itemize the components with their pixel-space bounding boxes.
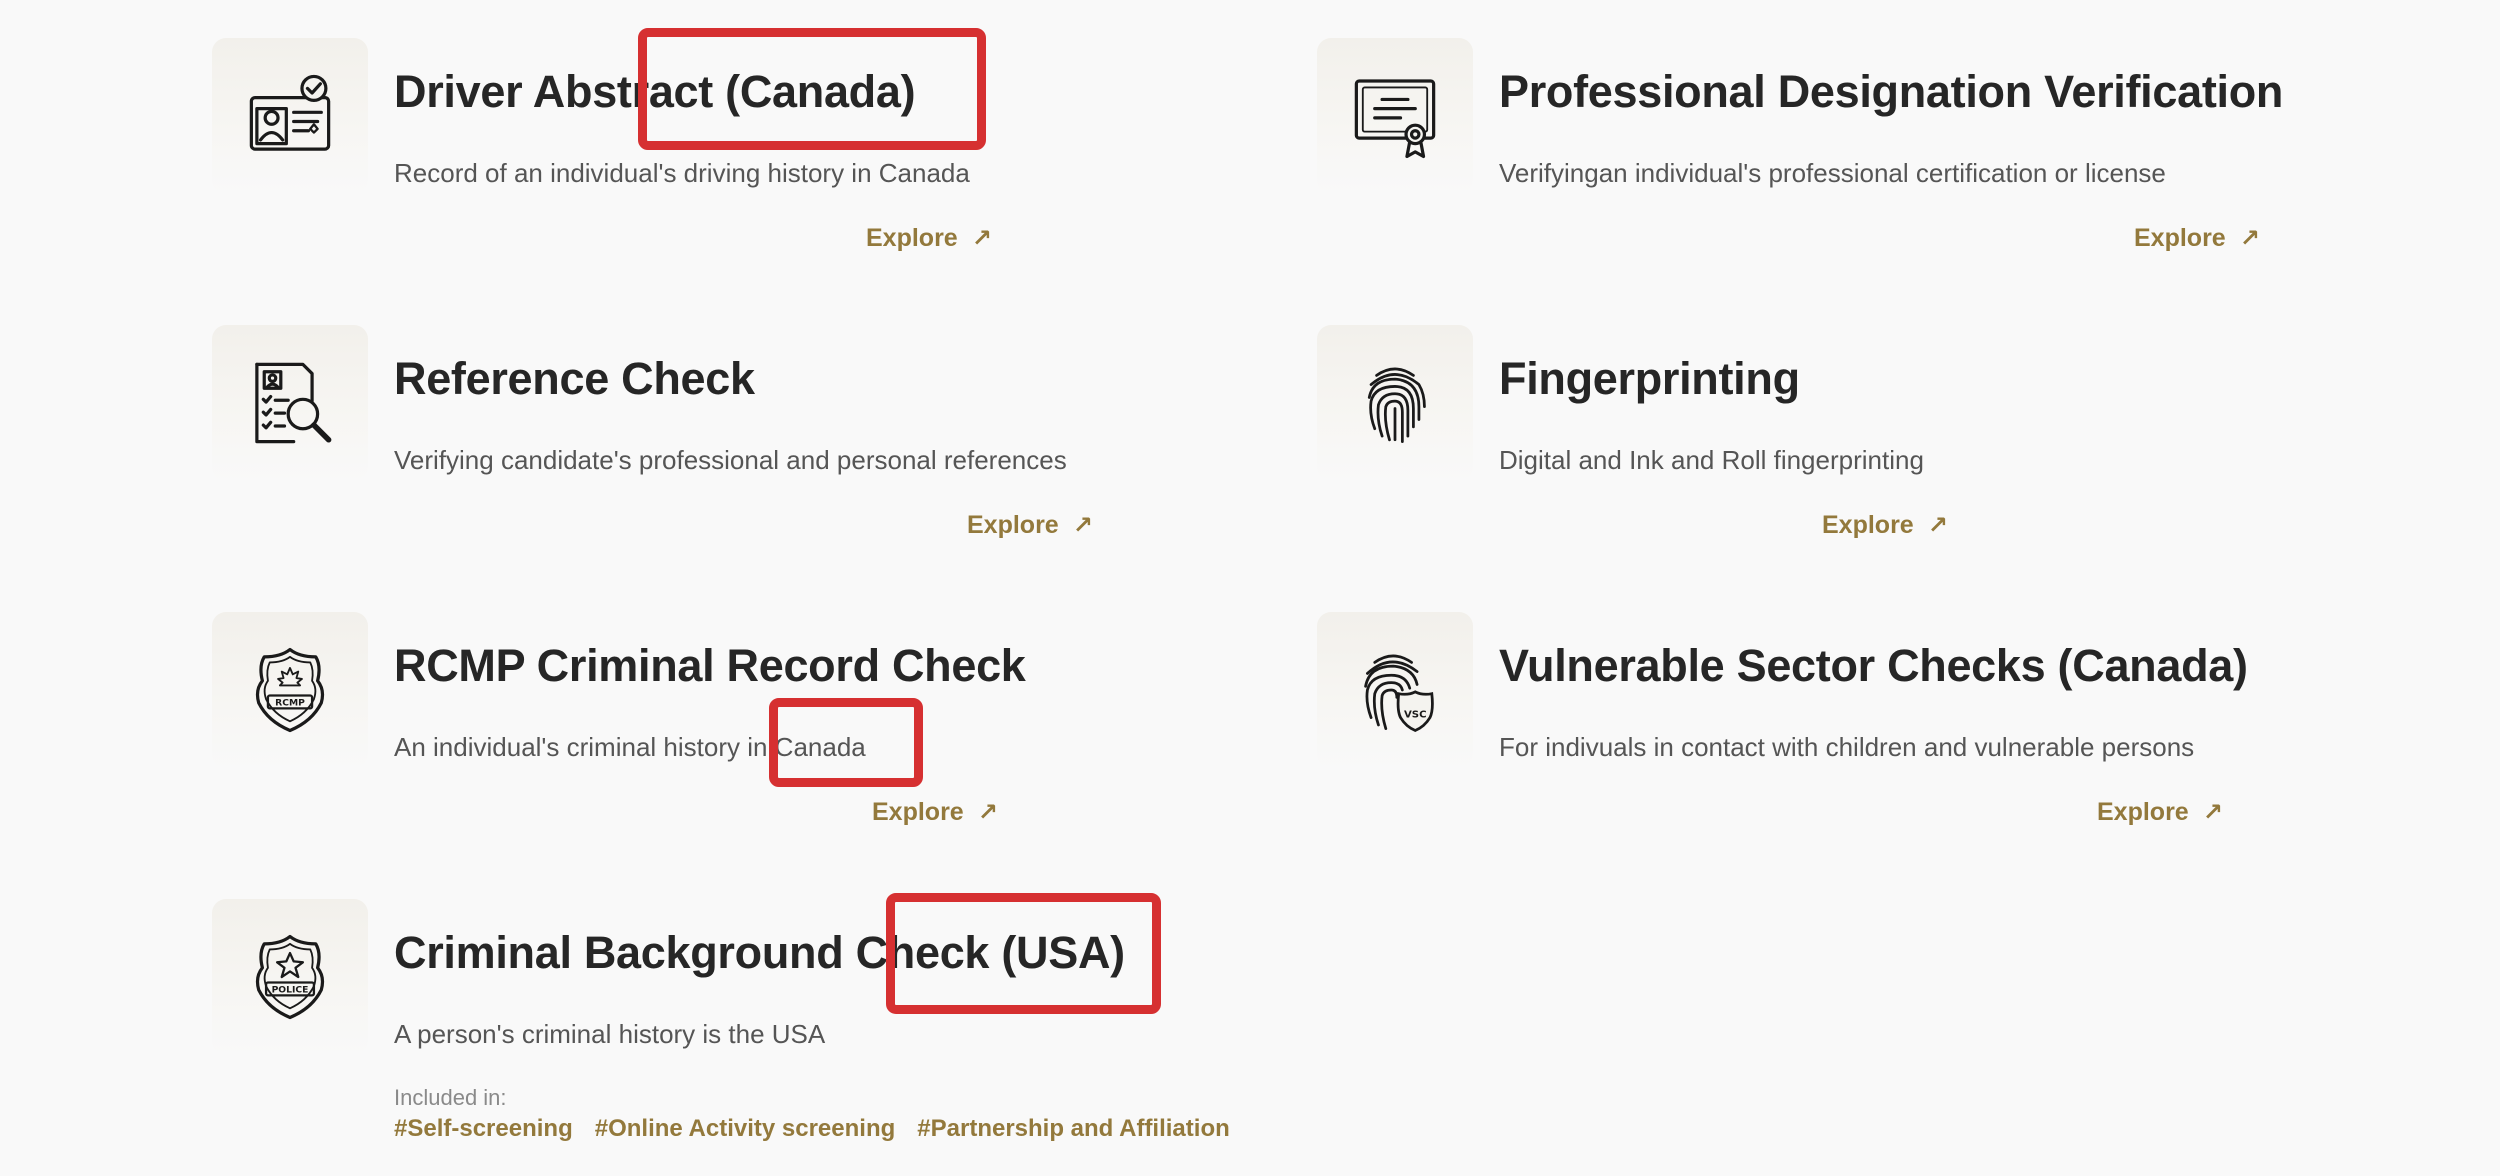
tag-self-screening[interactable]: #Self-screening <box>394 1115 573 1142</box>
badge-text: RCMP <box>275 698 305 709</box>
card-title: Fingerprinting <box>1499 353 1800 404</box>
police-badge-icon: POLICE <box>212 899 368 1055</box>
card-title: Reference Check <box>394 353 755 404</box>
explore-label: Explore <box>967 511 1059 539</box>
explore-label: Explore <box>1822 511 1914 539</box>
card-description: A person's criminal history is the USA <box>394 1019 826 1049</box>
included-in-label: Included in: <box>394 1085 507 1110</box>
card-description: Record of an individual's driving histor… <box>394 158 970 188</box>
tag-partnership-and-affiliation[interactable]: #Partnership and Affiliation <box>917 1115 1229 1142</box>
explore-label: Explore <box>2134 224 2226 252</box>
explore-link[interactable]: Explore ↗ <box>2097 798 2223 827</box>
badge-text: VSC <box>1404 710 1427 721</box>
badge-text: POLICE <box>272 985 309 996</box>
certificate-icon <box>1317 38 1473 194</box>
explore-label: Explore <box>872 798 964 826</box>
card-title: Vulnerable Sector Checks (Canada) <box>1499 640 2248 691</box>
fingerprint-shield-icon: VSC <box>1317 612 1473 768</box>
document-search-icon <box>212 325 368 481</box>
arrow-up-right-icon: ↗ <box>1927 512 1948 539</box>
driver-license-icon <box>212 38 368 194</box>
rcmp-badge-icon: RCMP <box>212 612 368 768</box>
highlight-box <box>886 893 1161 1014</box>
card-description: Verifyingan individual's professional ce… <box>1499 158 2166 188</box>
card-description: Verifying candidate's professional and p… <box>394 445 1067 475</box>
tag-list: #Self-screening #Online Activity screenin… <box>394 1115 1252 1143</box>
explore-label: Explore <box>2097 798 2189 826</box>
arrow-up-right-icon: ↗ <box>971 225 992 252</box>
explore-link[interactable]: Explore ↗ <box>866 224 992 253</box>
explore-link[interactable]: Explore ↗ <box>872 798 998 827</box>
explore-link[interactable]: Explore ↗ <box>2134 224 2260 253</box>
card-title: Professional Designation Verification <box>1499 66 2284 117</box>
explore-label: Explore <box>866 224 958 252</box>
tag-online-activity-screening[interactable]: #Online Activity screening <box>595 1115 896 1142</box>
card-description: For indivuals in contact with children a… <box>1499 732 2195 762</box>
card-title: RCMP Criminal Record Check <box>394 640 1026 691</box>
explore-link[interactable]: Explore ↗ <box>967 511 1093 540</box>
explore-link[interactable]: Explore ↗ <box>1822 511 1948 540</box>
arrow-up-right-icon: ↗ <box>2239 225 2260 252</box>
highlight-box <box>769 698 923 787</box>
highlight-box <box>638 28 986 150</box>
fingerprint-icon <box>1317 325 1473 481</box>
arrow-up-right-icon: ↗ <box>1072 512 1093 539</box>
arrow-up-right-icon: ↗ <box>977 799 998 826</box>
card-description: Digital and Ink and Roll fingerprinting <box>1499 445 1924 475</box>
arrow-up-right-icon: ↗ <box>2202 799 2223 826</box>
